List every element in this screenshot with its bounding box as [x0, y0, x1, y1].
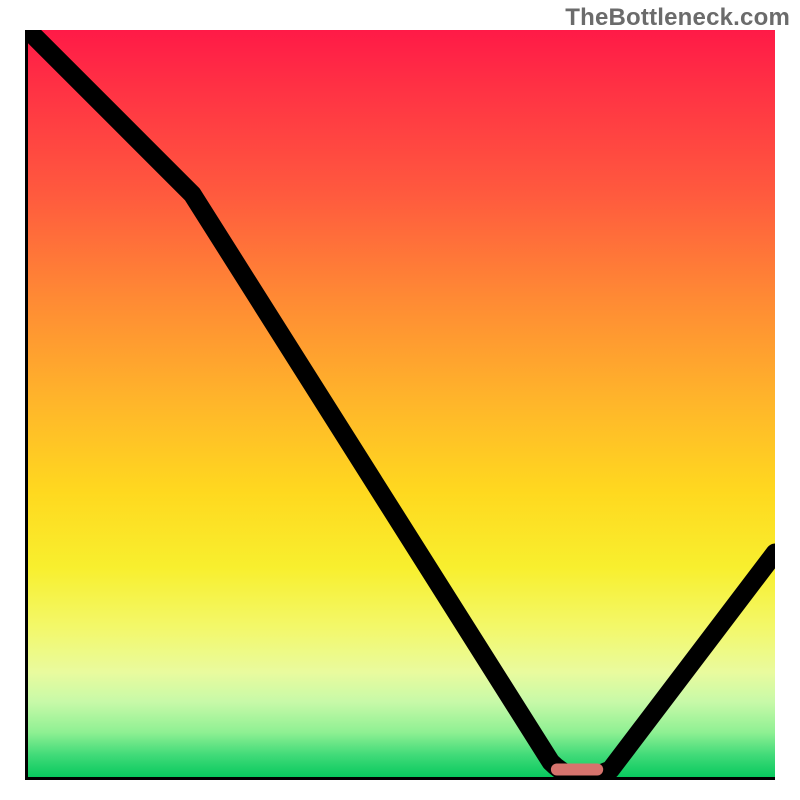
bottleneck-curve [28, 30, 775, 777]
chart-frame: TheBottleneck.com [0, 0, 800, 800]
watermark-text: TheBottleneck.com [565, 4, 790, 32]
curve-layer [28, 30, 775, 777]
plot-area [25, 30, 775, 780]
optimal-marker [551, 764, 603, 776]
